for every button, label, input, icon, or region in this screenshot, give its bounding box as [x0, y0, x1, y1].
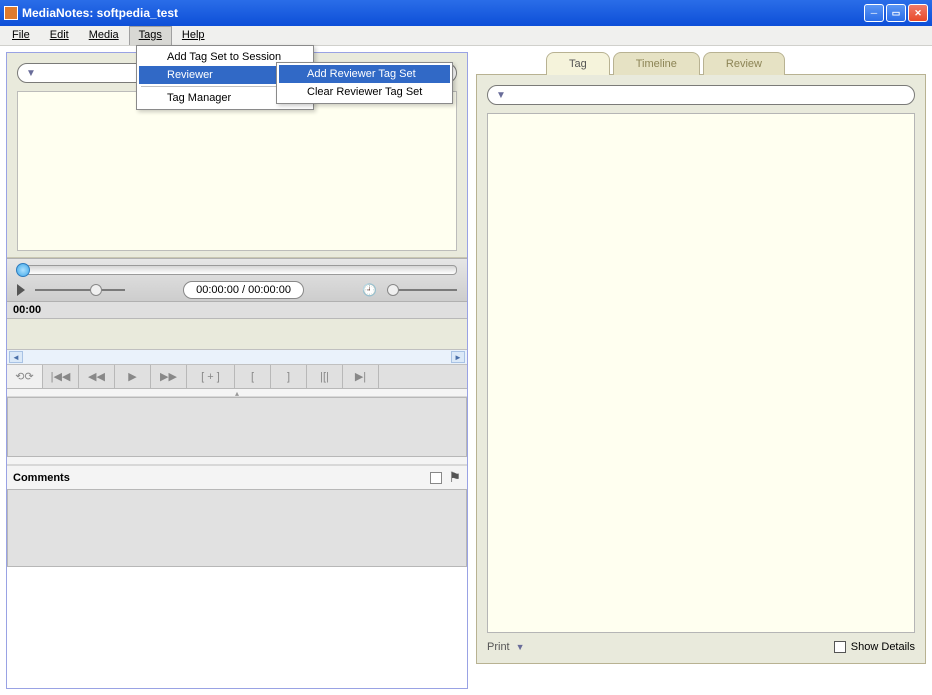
- speed-knob[interactable]: [387, 284, 399, 296]
- left-pane: ▼ 00:00:00 / 00:00:00 🕘 00:00 ◄ ► ⟲⟳ |◀◀: [6, 52, 468, 689]
- go-start-button[interactable]: |◀◀: [43, 365, 79, 388]
- tab-review[interactable]: Review: [703, 52, 785, 75]
- menu-add-reviewer-tagset[interactable]: Add Reviewer Tag Set: [279, 65, 450, 83]
- notes-list[interactable]: [7, 397, 467, 457]
- drag-handle[interactable]: ▴: [7, 389, 467, 397]
- timecode-label: 00:00: [7, 302, 467, 319]
- loop-button[interactable]: ⟲⟳: [7, 365, 43, 388]
- volume-slider[interactable]: [35, 289, 125, 291]
- app-icon: [4, 6, 18, 20]
- volume-knob[interactable]: [90, 284, 102, 296]
- menu-help[interactable]: Help: [172, 26, 215, 45]
- fast-forward-button[interactable]: ▶▶: [151, 365, 187, 388]
- bracket-add-button[interactable]: [ + ]: [187, 365, 235, 388]
- timeline-strip[interactable]: [7, 319, 467, 349]
- menu-file[interactable]: File: [2, 26, 40, 45]
- scroll-right-icon[interactable]: ►: [451, 351, 465, 363]
- menu-media[interactable]: Media: [79, 26, 129, 45]
- comments-checkbox[interactable]: [430, 472, 442, 484]
- time-display: 00:00:00 / 00:00:00: [183, 281, 304, 299]
- window-title: MediaNotes: softpedia_test: [22, 6, 864, 20]
- play-button[interactable]: ▶: [115, 365, 151, 388]
- tag-list[interactable]: [487, 113, 915, 633]
- print-dropdown-icon[interactable]: ▼: [516, 642, 525, 652]
- comments-header: Comments: [13, 472, 424, 484]
- menu-edit[interactable]: Edit: [40, 26, 79, 45]
- show-details-label: Show Details: [851, 641, 915, 653]
- speed-slider[interactable]: [387, 289, 457, 291]
- right-pane: Tag Timeline Review ▼ Print ▼ Show Detai…: [476, 52, 926, 689]
- chevron-down-icon: ▼: [26, 68, 36, 79]
- flag-icon[interactable]: ⚑: [448, 469, 461, 486]
- bracket-close-button[interactable]: ]: [271, 365, 307, 388]
- comments-box[interactable]: [7, 489, 467, 567]
- tab-tag[interactable]: Tag: [546, 52, 610, 75]
- titlebar: MediaNotes: softpedia_test ─ ▭ ✕: [0, 0, 932, 26]
- reviewer-submenu: Add Reviewer Tag Set Clear Reviewer Tag …: [276, 62, 453, 104]
- show-details-checkbox[interactable]: [834, 641, 846, 653]
- tag-selector[interactable]: ▼: [487, 85, 915, 105]
- clock-icon: 🕘: [362, 283, 377, 297]
- tab-timeline[interactable]: Timeline: [613, 52, 700, 75]
- menu-tags[interactable]: Tags: [129, 26, 172, 45]
- maximize-button[interactable]: ▭: [886, 4, 906, 22]
- menu-clear-reviewer-tagset[interactable]: Clear Reviewer Tag Set: [279, 83, 450, 101]
- player-controls: 00:00:00 / 00:00:00 🕘: [7, 258, 467, 302]
- chevron-down-icon: ▼: [496, 90, 506, 101]
- seek-thumb[interactable]: [16, 263, 30, 277]
- bracket-open-button[interactable]: [: [235, 365, 271, 388]
- prev-clip-button[interactable]: |[|: [307, 365, 343, 388]
- close-button[interactable]: ✕: [908, 4, 928, 22]
- video-area: [17, 91, 457, 251]
- print-label[interactable]: Print: [487, 641, 510, 653]
- drag-handle-2[interactable]: [7, 457, 467, 465]
- minimize-button[interactable]: ─: [864, 4, 884, 22]
- speaker-icon: [17, 284, 25, 296]
- rewind-button[interactable]: ◀◀: [79, 365, 115, 388]
- timeline-scrollbar[interactable]: ◄ ►: [7, 349, 467, 365]
- transport-bar: ⟲⟳ |◀◀ ◀◀ ▶ ▶▶ [ + ] [ ] |[| ▶|: [7, 365, 467, 389]
- menubar: File Edit Media Tags Help: [0, 26, 932, 46]
- seek-slider[interactable]: [17, 265, 457, 275]
- next-clip-button[interactable]: ▶|: [343, 365, 379, 388]
- scroll-left-icon[interactable]: ◄: [9, 351, 23, 363]
